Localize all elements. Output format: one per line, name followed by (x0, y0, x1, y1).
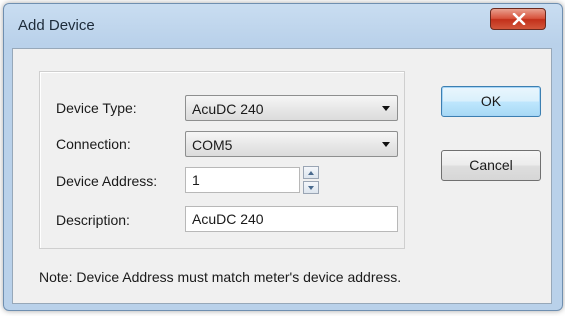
description-input[interactable] (186, 207, 397, 231)
window-title: Add Device (18, 17, 95, 34)
description-field[interactable] (185, 206, 398, 232)
device-settings-group: Device Type: AcuDC 240 Connection: COM5 … (39, 71, 405, 249)
cancel-button[interactable]: Cancel (441, 150, 541, 181)
spin-up-icon (308, 171, 314, 175)
device-type-value: AcuDC 240 (192, 101, 264, 117)
spin-up-button[interactable] (303, 166, 319, 179)
device-address-label: Device Address: (56, 173, 158, 189)
chevron-down-icon (382, 142, 390, 147)
spin-down-button[interactable] (303, 181, 319, 194)
close-icon (512, 13, 526, 25)
device-type-dropdown[interactable]: AcuDC 240 (185, 95, 398, 121)
chevron-down-icon (382, 106, 390, 111)
connection-value: COM5 (192, 137, 233, 153)
device-type-label: Device Type: (56, 100, 137, 116)
close-button[interactable] (490, 8, 546, 30)
device-address-stepper[interactable] (303, 166, 319, 194)
description-label: Description: (56, 212, 130, 228)
note-text: Note: Device Address must match meter's … (39, 269, 402, 285)
device-address-field[interactable] (185, 167, 300, 193)
spin-down-icon (308, 186, 314, 190)
add-device-dialog: Add Device Device Type: AcuDC 240 Connec… (3, 3, 563, 311)
title-bar[interactable]: Add Device (4, 4, 562, 44)
device-address-input[interactable] (186, 168, 299, 192)
connection-label: Connection: (56, 136, 131, 152)
ok-button[interactable]: OK (441, 86, 541, 117)
connection-dropdown[interactable]: COM5 (185, 131, 398, 157)
dialog-body: Device Type: AcuDC 240 Connection: COM5 … (12, 48, 552, 304)
